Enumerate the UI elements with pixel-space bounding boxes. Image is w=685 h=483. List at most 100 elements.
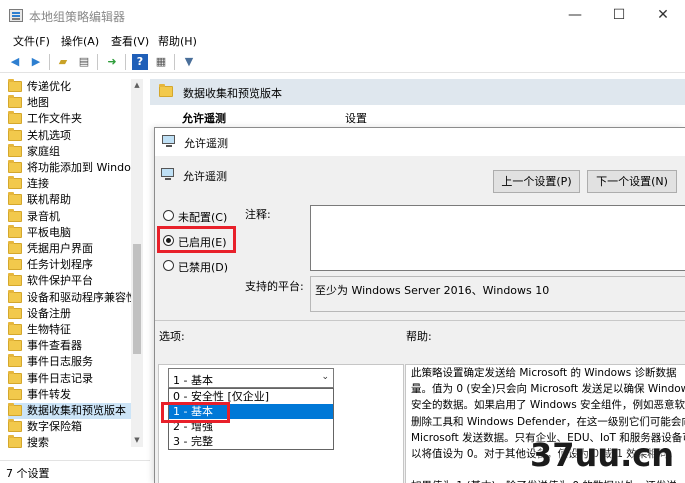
- folder-icon: [8, 176, 22, 190]
- radio-label: 未配置(C): [178, 211, 228, 224]
- folder-icon: [8, 224, 22, 238]
- tree-item[interactable]: 地图: [8, 95, 133, 111]
- highlight-basic: [161, 402, 230, 423]
- folder-icon: [8, 419, 22, 433]
- tree-item[interactable]: 事件转发: [8, 386, 133, 403]
- folder-icon: [8, 111, 22, 125]
- tree-item[interactable]: 任务计划程序: [8, 257, 133, 273]
- tree-item[interactable]: 软件保护平台: [8, 273, 133, 289]
- folder-icon: [8, 257, 22, 271]
- tree-scrollbar[interactable]: ▲ ▼: [131, 79, 143, 447]
- close-button[interactable]: ✕: [643, 4, 683, 26]
- up-folder-icon[interactable]: ▰: [55, 54, 71, 70]
- folder-icon: [159, 84, 173, 97]
- folder-icon: [8, 338, 22, 352]
- dialog-subtitle: 允许遥测: [183, 170, 227, 183]
- menu-file[interactable]: 文件(F): [13, 33, 50, 49]
- tree-item[interactable]: 数据收集和预览版本: [8, 403, 133, 419]
- folder-icon: [8, 322, 22, 335]
- menu-action[interactable]: 操作(A): [61, 33, 99, 49]
- tree-item[interactable]: 关机选项: [8, 127, 133, 144]
- folder-icon: [8, 435, 22, 449]
- divider: [155, 320, 685, 321]
- tree-item[interactable]: 录音机: [8, 208, 133, 225]
- policy-tree: 传递优化地图工作文件夹关机选项家庭组将功能添加到 Windows 连接联机帮助录音…: [0, 79, 143, 460]
- tree-item[interactable]: 工作文件夹: [8, 111, 133, 127]
- tree-item-label: 数字保险箱: [27, 420, 82, 434]
- previous-setting-button[interactable]: 上一个设置(P): [493, 170, 580, 193]
- tree-item[interactable]: 事件查看器: [8, 338, 133, 354]
- window-title: 本地组策略编辑器: [29, 10, 126, 24]
- tree-item[interactable]: 设备注册: [8, 305, 133, 322]
- comment-textarea[interactable]: [310, 205, 685, 271]
- toolbar: ◀ ▶ ▰ ▤ ➜ ? ▦ ▼: [0, 51, 685, 73]
- tree-item[interactable]: 设备和驱动程序兼容性: [8, 289, 133, 306]
- options-label: 选项:: [159, 330, 185, 343]
- help-icon[interactable]: ?: [132, 54, 148, 70]
- tree-item[interactable]: 事件日志服务: [8, 354, 133, 370]
- tree-item-label: 搜索: [27, 436, 49, 450]
- back-icon[interactable]: ◀: [7, 54, 23, 70]
- tree-item[interactable]: 平板电脑: [8, 224, 133, 241]
- menu-help[interactable]: 帮助(H): [158, 33, 197, 49]
- tree-item-label: 事件日志记录: [27, 371, 93, 385]
- tree-item[interactable]: 事件日志记录: [8, 370, 133, 387]
- tree-item-label: 设备注册: [27, 306, 71, 320]
- content-header: 数据收集和预览版本: [150, 79, 685, 105]
- setting-icon: [161, 168, 177, 182]
- tree-item[interactable]: 凭据用户界面: [8, 241, 133, 257]
- help-label: 帮助:: [406, 330, 432, 343]
- tree-item[interactable]: 连接: [8, 176, 133, 192]
- tree-item[interactable]: 传递优化: [8, 79, 133, 95]
- filter-icon[interactable]: ▼: [181, 54, 197, 70]
- select-value: 1 - 基本: [173, 374, 213, 387]
- policy-name: 允许遥测: [182, 112, 226, 125]
- tree-item-label: 将功能添加到 Windows: [27, 161, 133, 174]
- column-setting[interactable]: 设置: [345, 110, 367, 126]
- radio-circle[interactable]: [163, 260, 174, 271]
- folder-icon: [8, 403, 22, 416]
- menu-view[interactable]: 查看(V): [111, 33, 149, 49]
- tree-item-label: 家庭组: [27, 144, 60, 158]
- tree-item[interactable]: 联机帮助: [8, 192, 133, 208]
- folder-icon: [8, 79, 22, 92]
- tree-item-label: 传递优化: [27, 80, 71, 93]
- tree-item-label: 设备和驱动程序兼容性: [27, 290, 133, 304]
- platform-label: 支持的平台:: [245, 280, 304, 293]
- tree-item[interactable]: 将功能添加到 Windows: [8, 160, 133, 176]
- scroll-down-icon[interactable]: ▼: [132, 435, 142, 445]
- platform-value: 至少为 Windows Server 2016、Windows 10: [315, 284, 550, 297]
- next-setting-button[interactable]: 下一个设置(N): [587, 170, 677, 193]
- folder-icon: [8, 192, 22, 206]
- tree-item-label: 数据收集和预览版本: [27, 404, 126, 417]
- tree-item-label: 事件查看器: [27, 339, 82, 353]
- dialog-title: 允许遥测: [184, 137, 228, 150]
- comment-label: 注释:: [245, 208, 271, 221]
- tree-item[interactable]: 家庭组: [8, 143, 133, 160]
- properties-icon[interactable]: ▦: [153, 54, 169, 70]
- tree-item[interactable]: 数字保险箱: [8, 419, 133, 435]
- scroll-up-icon[interactable]: ▲: [132, 80, 142, 90]
- tree-item-label: 凭据用户界面: [27, 242, 93, 255]
- tree-item-label: 录音机: [27, 209, 60, 223]
- telemetry-select[interactable]: 1 - 基本 ⌄: [168, 368, 334, 388]
- folder-icon: [8, 370, 22, 384]
- folder-icon: [8, 208, 22, 222]
- show-hide-tree-icon[interactable]: ▤: [76, 54, 92, 70]
- tree-item-label: 软件保护平台: [27, 274, 93, 288]
- export-list-icon[interactable]: ➜: [104, 54, 120, 70]
- minimize-button[interactable]: —: [555, 4, 595, 26]
- tree-item[interactable]: 搜索: [8, 435, 133, 451]
- status-text: 7 个设置: [6, 467, 50, 480]
- dropdown-option[interactable]: 3 - 完整: [169, 434, 333, 449]
- monitor-icon: [162, 135, 178, 149]
- tree-item[interactable]: 生物特征: [8, 322, 133, 338]
- chevron-down-icon[interactable]: ⌄: [321, 372, 329, 382]
- scroll-thumb[interactable]: [133, 244, 141, 354]
- maximize-button[interactable]: ☐: [599, 4, 639, 26]
- menu-bar: 文件(F) 操作(A) 查看(V) 帮助(H): [0, 31, 685, 51]
- folder-icon: [8, 95, 22, 109]
- radio-label: 已禁用(D): [178, 261, 229, 274]
- forward-icon[interactable]: ▶: [28, 54, 44, 70]
- radio-circle[interactable]: [163, 210, 174, 221]
